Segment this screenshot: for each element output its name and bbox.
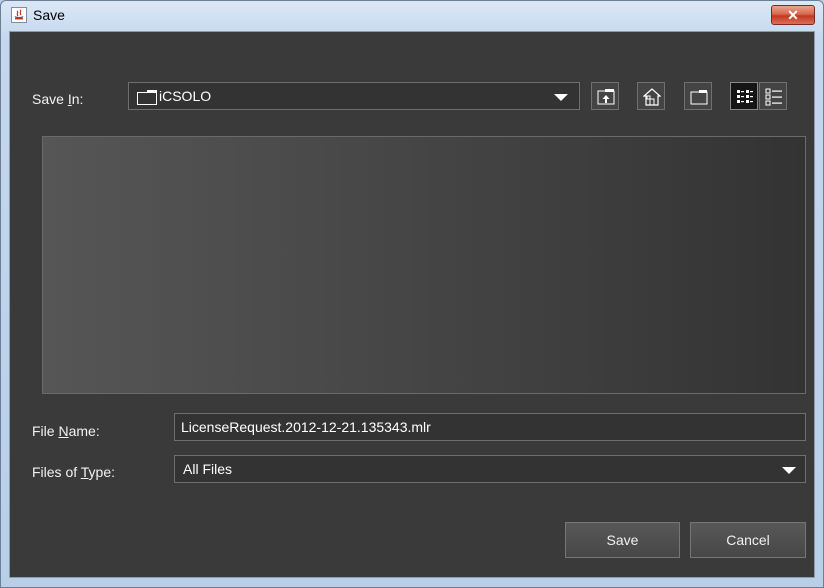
file-list-pane[interactable] xyxy=(42,136,806,394)
chevron-down-icon xyxy=(554,94,568,101)
save-in-dropdown[interactable]: iCSOLO xyxy=(128,82,580,110)
list-view-button[interactable] xyxy=(730,82,758,110)
file-name-label-rest: ame: xyxy=(68,423,100,439)
folder-icon xyxy=(137,90,157,105)
new-folder-icon xyxy=(690,90,708,105)
save-in-value: iCSOLO xyxy=(159,88,212,104)
home-icon xyxy=(643,88,661,106)
list-view-icon xyxy=(737,90,753,103)
file-name-mnemonic: N xyxy=(58,423,69,439)
file-type-label: Files of Type: xyxy=(32,464,115,480)
file-type-value: All Files xyxy=(183,461,233,477)
chevron-down-icon xyxy=(782,467,796,474)
up-one-level-icon xyxy=(597,89,615,105)
java-app-icon xyxy=(11,7,27,23)
file-type-label-rest: ype: xyxy=(88,464,116,480)
file-type-dropdown[interactable]: All Files xyxy=(174,455,806,483)
save-in-label-rest: n: xyxy=(71,91,84,107)
close-button[interactable]: ✕ xyxy=(771,5,815,25)
file-type-label-text: Files of xyxy=(32,464,81,480)
cancel-button[interactable]: Cancel xyxy=(690,522,806,558)
new-folder-button[interactable] xyxy=(684,82,712,110)
up-one-level-button[interactable] xyxy=(591,82,619,110)
save-dialog-window: Save ✕ Save In: iCSOLO File Name: Licens… xyxy=(0,0,824,588)
file-name-label: File Name: xyxy=(32,423,100,439)
save-in-label: Save In: xyxy=(32,91,83,107)
file-name-label-text: File xyxy=(32,423,59,439)
details-view-button[interactable] xyxy=(759,82,787,110)
title-bar[interactable]: Save ✕ xyxy=(1,1,823,31)
save-button[interactable]: Save xyxy=(565,522,680,558)
file-name-value: LicenseRequest.2012-12-21.135343.mlr xyxy=(181,419,431,435)
save-in-label-text: Save xyxy=(32,91,68,107)
window-title: Save xyxy=(33,7,65,23)
file-name-input[interactable]: LicenseRequest.2012-12-21.135343.mlr xyxy=(174,413,806,441)
file-type-mnemonic: T xyxy=(80,464,89,480)
close-icon: ✕ xyxy=(787,7,799,23)
details-view-icon xyxy=(765,88,782,106)
dialog-content: Save In: iCSOLO File Name: LicenseReques… xyxy=(9,31,815,578)
home-button[interactable] xyxy=(637,82,665,110)
